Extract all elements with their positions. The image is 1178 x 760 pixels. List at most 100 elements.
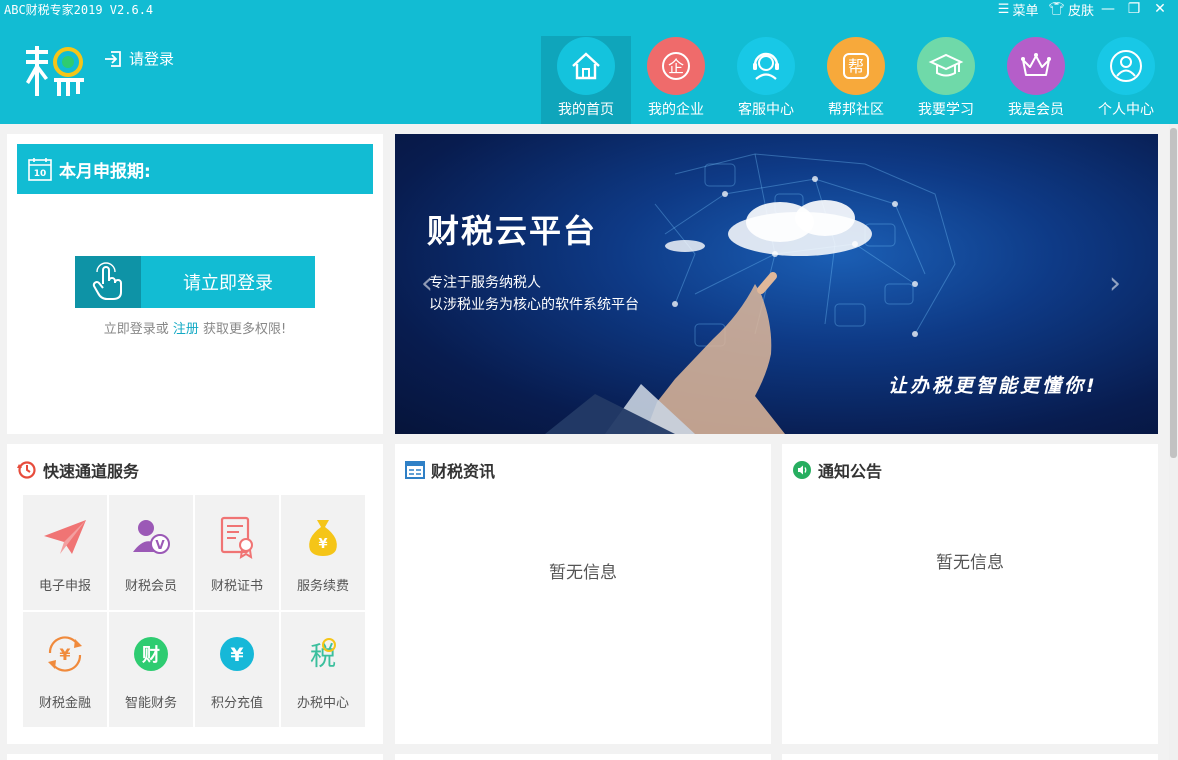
window-title: ABC财税专家2019 V2.6.4 [4,3,154,17]
service-label: 智能财务 [124,696,177,711]
banner-next-arrow[interactable]: › [1109,266,1121,301]
service-e-filing[interactable]: 电子申报 [23,495,107,610]
nav-personal[interactable]: 个人中心 [1081,36,1171,124]
login-icon [105,50,121,67]
crown-icon [1007,37,1065,95]
notice-heading: 通知公告 [792,458,882,482]
paper-plane-icon [42,514,88,560]
svg-text:V: V [155,538,165,552]
login-hint-prefix: 立即登录或 [103,322,169,337]
banner-line-2: 以涉税业务为核心的软件系统平台 [429,297,639,313]
news-icon [405,461,425,479]
nav-home[interactable]: 我的首页 [541,36,631,124]
hand-pointer-icon [75,256,141,308]
svg-text:¥: ¥ [59,645,70,664]
vertical-scrollbar[interactable] [1169,124,1178,760]
menu-button[interactable]: ☰ 菜单 [998,0,1039,19]
service-certificate[interactable]: 财税证书 [195,495,279,610]
enterprise-icon: 企 [647,37,705,95]
service-member[interactable]: V 财税会员 [109,495,193,610]
finance-icon: 财 [128,631,174,677]
nav-community[interactable]: 帮 帮邦社区 [811,36,901,124]
notice-title: 通知公告 [818,462,883,481]
bottom-panel-strip [7,754,383,760]
svg-text:财: 财 [142,644,160,666]
nav-member-label: 我是会员 [1008,102,1064,118]
service-label: 电子申报 [38,579,91,594]
svg-text:¥: ¥ [318,537,327,552]
nav-member[interactable]: 我是会员 [991,36,1081,124]
nav-service-label: 客服中心 [738,102,794,118]
quick-services-panel: 快速通道服务 电子申报 V 财税会员 财税证书 ¥ 服务续费 ¥ 财税金融 财 … [7,444,383,744]
banner-slogan: 让办税更智能更懂你! [888,375,1098,397]
nav-enterprise[interactable]: 企 我的企业 [631,36,721,124]
restore-button[interactable]: ❐ [1122,1,1146,17]
banner-prev-arrow[interactable]: ‹ [421,266,433,301]
declaration-panel: 10 本月申报期: 请立即登录 立即登录或 注册 获取更多权限! [7,134,383,434]
bottom-panel-strip [782,754,1158,760]
news-panel: 财税资讯 暂无信息 [395,444,771,744]
quick-access-icon [17,461,36,479]
main-nav: 我的首页 企 我的企业 客服中心 帮 帮邦社区 我要学习 我是会员 个人中心 [541,36,1171,124]
banner-title: 财税云平台 [427,212,598,250]
menu-icon: ☰ [997,1,1010,17]
menu-label: 菜单 [1012,3,1039,19]
member-v-icon: V [128,514,174,560]
calendar-icon: 10 [28,158,52,181]
nav-service[interactable]: 客服中心 [721,36,811,124]
promo-banner[interactable]: 财税云平台 专注于服务纳税人 以涉税业务为核心的软件系统平台 让办税更智能更懂你… [395,134,1158,434]
close-button[interactable]: ✕ [1148,1,1172,17]
news-empty-text: 暂无信息 [549,563,617,583]
header-login-label: 请登录 [129,50,175,68]
service-label: 财税金融 [38,696,91,711]
calendar-day: 10 [34,169,47,179]
yuan-exchange-icon: ¥ [42,631,88,677]
nav-personal-label: 个人中心 [1098,102,1154,118]
svg-text:¥: ¥ [230,644,243,666]
nav-learning-label: 我要学习 [918,102,974,118]
service-points-recharge[interactable]: ¥ 积分充值 [195,612,279,727]
notice-empty-text: 暂无信息 [936,553,1004,573]
headset-icon [737,37,795,95]
home-icon [557,37,615,95]
community-icon: 帮 [827,37,885,95]
banner-line-1: 专注于服务纳税人 [429,275,541,291]
nav-community-label: 帮邦社区 [828,102,884,118]
notice-panel: 通知公告 暂无信息 [782,444,1158,744]
quick-services-heading: 快速通道服务 [17,458,139,482]
declaration-title: 本月申报期: [59,161,151,182]
login-now-label: 请立即登录 [183,273,273,294]
app-logo [26,46,84,96]
service-smart-finance[interactable]: 财 智能财务 [109,612,193,727]
svg-text:企: 企 [668,57,684,76]
news-title: 财税资讯 [431,462,496,481]
login-now-button[interactable]: 请立即登录 [75,256,315,308]
window-controls: ☰ 菜单 👕︎ 皮肤 — ❐ ✕ [988,0,1172,19]
quick-services-title: 快速通道服务 [43,462,140,481]
service-tax-center[interactable]: 税 办税中心 [281,612,365,727]
money-bag-icon: ¥ [300,514,346,560]
scrollbar-thumb[interactable] [1170,128,1177,458]
register-link[interactable]: 注册 [173,322,199,337]
app-header: ABC财税专家2019 V2.6.4 ☰菜单 👕︎皮肤 — ❐ ✕ 请登录 [0,0,1178,124]
skin-button[interactable]: 👕︎ 皮肤 [1048,0,1094,19]
service-label: 积分充值 [210,696,263,711]
login-hint-suffix: 获取更多权限! [203,322,287,337]
graduation-cap-icon [917,37,975,95]
bottom-panel-strip [395,754,771,760]
nav-enterprise-label: 我的企业 [648,102,704,118]
skin-label: 皮肤 [1067,3,1094,19]
nav-home-label: 我的首页 [558,102,614,118]
news-heading: 财税资讯 [405,458,495,482]
yuan-icon: ¥ [214,631,260,677]
certificate-icon [214,514,260,560]
svg-text:帮: 帮 [848,57,864,76]
service-label: 办税中心 [296,696,349,711]
minimize-button[interactable]: — [1096,1,1120,17]
header-login-link[interactable]: 请登录 [103,48,174,69]
service-finance[interactable]: ¥ 财税金融 [23,612,107,727]
service-renewal[interactable]: ¥ 服务续费 [281,495,365,610]
nav-learning[interactable]: 我要学习 [901,36,991,124]
user-icon [1097,37,1155,95]
speaker-icon [793,461,811,479]
